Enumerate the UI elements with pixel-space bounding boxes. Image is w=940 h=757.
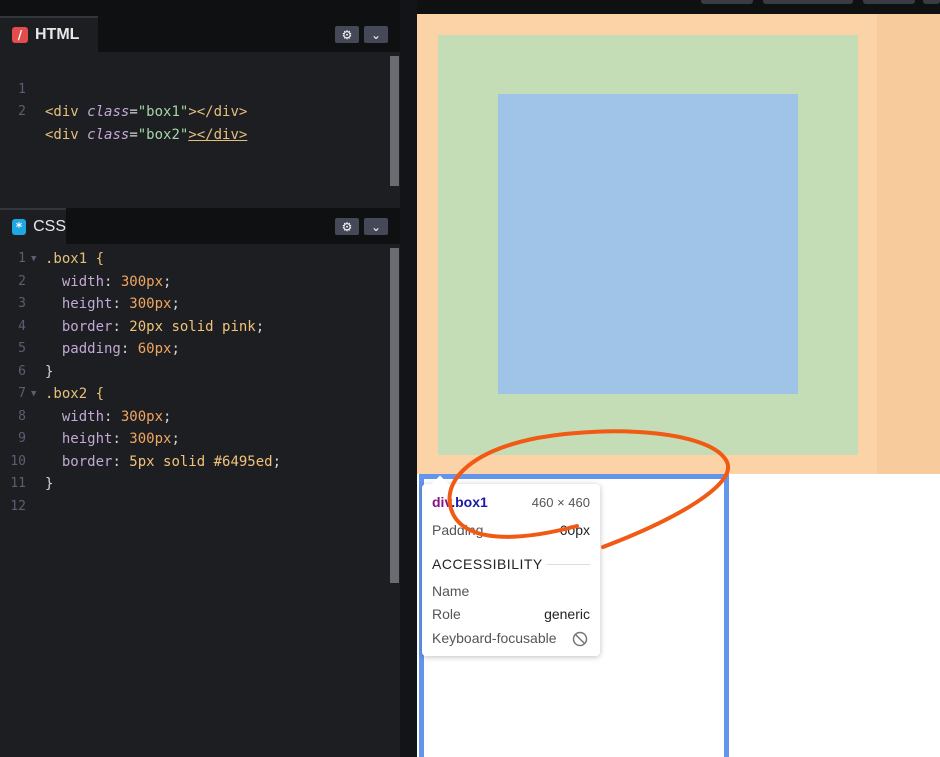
- code-line: 4 border: 20px solid pink;: [18, 318, 265, 335]
- html-code-editor[interactable]: 1 <div class="box1"></div> 2 <div class=…: [0, 56, 388, 186]
- html-scrollbar[interactable]: [390, 56, 399, 186]
- preview-pane[interactable]: div.box1 460 × 460 Padding 60px ACCESSIB…: [417, 14, 940, 757]
- css-collapse-button[interactable]: ⌄: [364, 218, 388, 235]
- editor-top-strip: [0, 0, 400, 16]
- code-line: 10 border: 5px solid #6495ed;: [10, 453, 282, 470]
- css-scrollbar[interactable]: [390, 248, 399, 583]
- html-panel-header: / HTML ⚙ ⌄: [0, 16, 400, 52]
- code-line: 1 <div class="box1"></div>: [18, 81, 248, 121]
- css-panel-title: CSS: [33, 218, 66, 235]
- css-panel-tab[interactable]: * CSS: [0, 208, 66, 244]
- css-settings-button[interactable]: ⚙: [335, 218, 359, 235]
- preview-toolbar: [417, 0, 940, 14]
- code-line: 1 ▼ .box1 {: [0, 248, 388, 271]
- code-line: 6}: [18, 363, 54, 380]
- code-line: 2 <div class="box2"></div>: [18, 104, 248, 143]
- gear-icon: ⚙: [341, 219, 353, 234]
- fold-arrow-icon: ▼: [31, 389, 37, 399]
- fold-arrow-icon: ▼: [31, 254, 37, 264]
- chevron-down-icon: ⌄: [370, 219, 382, 234]
- chevron-down-icon: ⌄: [370, 27, 382, 42]
- annotation-circle: [447, 429, 731, 549]
- html-settings-button[interactable]: ⚙: [335, 26, 359, 43]
- code-line: 11}: [10, 476, 54, 492]
- code-line: 3 height: 300px;: [18, 296, 180, 312]
- css-panel-header: * CSS ⚙ ⌄: [0, 208, 400, 244]
- code-line: 2 width: 300px;: [18, 273, 172, 290]
- toolbar-button[interactable]: [923, 0, 940, 4]
- toolbar-button[interactable]: [863, 0, 915, 4]
- editor-preview-divider[interactable]: [400, 0, 417, 757]
- toolbar-button[interactable]: [763, 0, 853, 4]
- html-icon: /: [12, 27, 28, 43]
- css-icon: *: [12, 219, 27, 235]
- code-line: 7 ▼ .box2 {: [0, 383, 388, 406]
- html-panel-title: HTML: [35, 26, 80, 43]
- css-code-editor[interactable]: 1 ▼ .box1 { 2 width: 300px; 3 height: 300p…: [0, 248, 388, 757]
- code-line: 5 padding: 60px;: [18, 341, 180, 357]
- code-line: 9 height: 300px;: [18, 431, 180, 447]
- gear-icon: ⚙: [341, 27, 353, 42]
- code-line: 8 width: 300px;: [18, 408, 172, 425]
- toolbar-button[interactable]: [701, 0, 753, 4]
- html-collapse-button[interactable]: ⌄: [364, 26, 388, 43]
- html-panel-tab[interactable]: / HTML: [0, 16, 98, 52]
- code-line: 12: [10, 498, 26, 514]
